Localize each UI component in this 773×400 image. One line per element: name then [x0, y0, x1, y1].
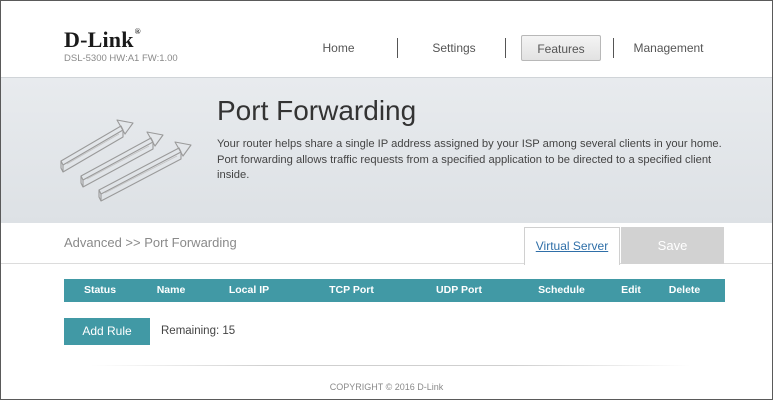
- nav-settings[interactable]: Settings: [419, 35, 489, 61]
- logo-text: D-Link: [64, 27, 134, 52]
- column-header-name: Name: [156, 284, 186, 296]
- remaining-count: Remaining: 15: [161, 325, 236, 337]
- registered-mark: ®: [134, 27, 141, 36]
- column-header-udp-port: UDP Port: [436, 284, 482, 296]
- nav-features[interactable]: Features: [521, 35, 601, 61]
- nav-management[interactable]: Management: [621, 35, 716, 61]
- router-admin-page: D-Link® DSL-5300 HW:A1 FW:1.00 Home Sett…: [0, 0, 773, 400]
- column-header-local-ip: Local IP: [228, 284, 270, 296]
- column-header-tcp-port: TCP Port: [329, 284, 374, 296]
- main-nav: Home Settings Features Management: [301, 35, 761, 61]
- dlink-logo: D-Link®: [64, 27, 141, 53]
- nav-home[interactable]: Home: [311, 35, 366, 61]
- port-forwarding-arrows-icon: [60, 119, 192, 202]
- breadcrumb: Advanced >> Port Forwarding: [64, 235, 237, 250]
- breadcrumb-bar: Advanced >> Port Forwarding Virtual Serv…: [1, 223, 772, 265]
- save-button[interactable]: Save: [621, 227, 724, 264]
- footer-divider: [91, 365, 691, 366]
- page-description: Your router helps share a single IP addr…: [217, 138, 722, 181]
- column-header-delete: Delete: [668, 284, 701, 296]
- virtual-server-tab: Virtual Server: [524, 227, 620, 265]
- column-header-schedule: Schedule: [538, 284, 585, 296]
- column-header-status: Status: [83, 284, 117, 296]
- rules-table-header: Status Name Local IP TCP Port UDP Port S…: [64, 279, 725, 302]
- page-title: Port Forwarding: [217, 95, 417, 126]
- add-rule-button[interactable]: Add Rule: [64, 318, 150, 345]
- copyright: COPYRIGHT © 2016 D-Link: [329, 382, 444, 392]
- virtual-server-link[interactable]: Virtual Server: [536, 239, 608, 253]
- column-header-edit: Edit: [621, 284, 641, 296]
- model-info: DSL-5300 HW:A1 FW:1.00: [64, 53, 178, 64]
- feature-banner: Port Forwarding Your router helps share …: [1, 77, 772, 223]
- header: D-Link® DSL-5300 HW:A1 FW:1.00 Home Sett…: [1, 1, 772, 77]
- nav-divider: [397, 38, 398, 58]
- nav-divider: [505, 38, 506, 58]
- nav-divider: [613, 38, 614, 58]
